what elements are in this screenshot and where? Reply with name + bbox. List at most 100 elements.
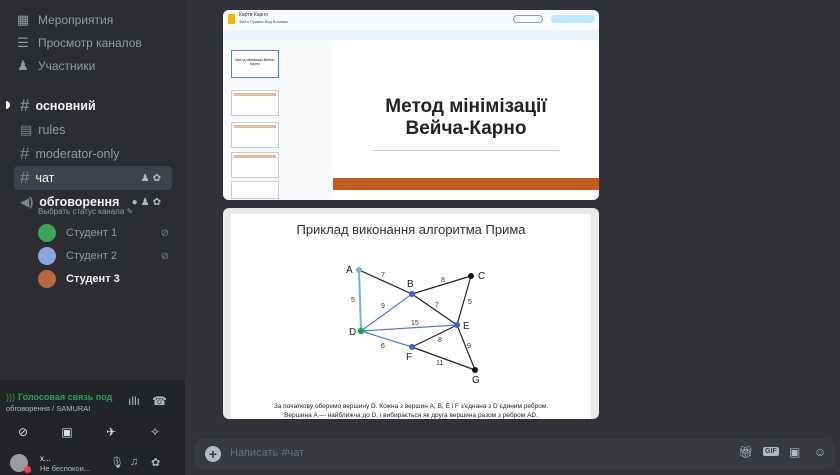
- hash-icon: #: [20, 96, 30, 115]
- share-button: [551, 15, 595, 23]
- noise-suppression-icon[interactable]: ıllı: [128, 394, 140, 408]
- gift-icon[interactable]: 🎁︎: [738, 445, 753, 459]
- sidebar-item-label: Просмотр каналов: [38, 36, 142, 50]
- vertex-g: [472, 367, 478, 373]
- members-icon: ♟: [17, 58, 29, 73]
- member-name: Студент 1: [66, 227, 118, 239]
- voice-status-title[interactable]: Голосовая связь под: [18, 392, 112, 402]
- user-status: Не беспокои...: [40, 464, 91, 473]
- voice-channel-tools-icons[interactable]: ●♟✿: [132, 197, 164, 208]
- channel-osnovnyi[interactable]: # основний: [14, 94, 172, 118]
- avatar: [38, 270, 56, 288]
- emoji-icon[interactable]: ☺: [814, 445, 826, 459]
- screen-share-button[interactable]: ▣: [52, 422, 82, 442]
- chat-area: Карти Карно Файл Правка Вид Вставка Мето…: [185, 0, 840, 475]
- edge-weight: 7: [435, 302, 439, 309]
- stream-off-icon: ⊘: [160, 227, 169, 239]
- sticker-icon[interactable]: ▣: [789, 445, 800, 459]
- edge-weight: 8: [438, 337, 442, 344]
- locked-hash-icon: #: [20, 144, 30, 163]
- slide-canvas: Приклад виконання алгоритма Прима A B C …: [231, 214, 591, 419]
- caption-line: За початкову оберемо вершину D. Кожна з …: [273, 403, 549, 410]
- slide-title-line1: Метод мінімізації: [385, 96, 547, 117]
- edge-weight: 5: [351, 297, 355, 304]
- sidebar-item-label: Участники: [38, 59, 96, 73]
- member-name: Студент 2: [66, 250, 118, 262]
- slides-menu: Файл Правка Вид Вставка: [239, 19, 288, 24]
- vertex-b: [409, 291, 415, 297]
- slideshow-button: [513, 15, 543, 23]
- headphones-icon[interactable]: ♫: [130, 456, 138, 468]
- vertex-label: A: [346, 265, 353, 276]
- activity-button[interactable]: ✈: [96, 422, 126, 442]
- caption-line: Вершина A — найближча до D, і вибираєтьс…: [284, 412, 538, 419]
- speaker-icon: ◀): [20, 195, 34, 209]
- vertex-label: F: [406, 352, 412, 363]
- slides-titlebar: Карти Карно Файл Правка Вид Вставка: [223, 10, 599, 30]
- attach-plus-icon[interactable]: +: [205, 446, 221, 462]
- edge-weight: 8: [441, 277, 445, 284]
- slide-footer-bar: [333, 178, 599, 190]
- channel-name: основний: [35, 99, 96, 113]
- channel-chat[interactable]: # чат ♟✿: [14, 166, 172, 190]
- gif-icon[interactable]: GIF: [763, 447, 779, 456]
- vertex-label: B: [407, 279, 414, 290]
- message-input[interactable]: Написать #чат: [230, 447, 304, 459]
- slide-title-line2: Вейча-Карно: [405, 118, 527, 139]
- sidebar-item-browse-channels[interactable]: ☰ Просмотр каналов: [14, 32, 142, 54]
- unread-indicator: [6, 101, 10, 109]
- member-name: Студент 3: [66, 273, 120, 285]
- microphone-icon[interactable]: 🎙︎: [110, 456, 124, 469]
- slides-doc-title: Карти Карно: [239, 12, 268, 18]
- signal-icon: ))): [6, 392, 15, 402]
- sidebar-item-members[interactable]: ♟ Участники: [14, 55, 95, 77]
- slide-title: Приклад виконання алгоритма Прима: [296, 222, 526, 237]
- settings-gear-icon[interactable]: ✿: [151, 456, 160, 469]
- vertex-f: [409, 344, 415, 350]
- vertex-label: E: [463, 321, 470, 332]
- prim-graph: A B C D E F G 7 8 5 9 7 5 15 8 9 6 11: [346, 265, 485, 386]
- hash-icon: #: [20, 168, 30, 187]
- vertex-e: [454, 322, 460, 328]
- channels-browse-icon: ☰: [17, 35, 29, 50]
- prim-slide-attachment[interactable]: Приклад виконання алгоритма Прима A B C …: [223, 208, 599, 419]
- discord-window: ▦ Мероприятия ☰ Просмотр каналов ♟ Участ…: [0, 0, 840, 475]
- invite-settings-icons[interactable]: ♟✿: [141, 173, 164, 184]
- voice-connection-panel: ))) Голосовая связь под обговорення / SA…: [0, 380, 185, 452]
- channel-status-hint[interactable]: Выбрать статус канала ✎: [38, 207, 133, 216]
- channel-name: rules: [38, 123, 66, 137]
- vertex-c: [468, 273, 474, 279]
- soundboard-button[interactable]: ✧: [140, 422, 170, 442]
- slide-divider: [373, 150, 559, 151]
- edge-weight: 7: [381, 272, 385, 279]
- camera-off-button[interactable]: ⊘: [8, 422, 38, 442]
- user-panel: x... Не беспокои... 🎙︎ ♫ ✿: [0, 452, 185, 475]
- dnd-status-icon: [24, 466, 31, 473]
- edge-weight: 9: [381, 303, 385, 310]
- edge-weight: 9: [467, 343, 471, 350]
- message-composer: + Написать #чат 🎁︎ GIF ▣ ☺: [195, 439, 835, 469]
- voice-member[interactable]: Студент 3: [38, 268, 173, 290]
- slide-caption: За початкову оберемо вершину D. Кожна з …: [231, 402, 591, 419]
- disconnect-icon[interactable]: ☎: [152, 394, 167, 408]
- sidebar-item-label: Мероприятия: [38, 13, 114, 27]
- voice-member[interactable]: Студент 2 ⊘: [38, 245, 173, 267]
- calendar-icon: ▦: [16, 12, 30, 27]
- edge-weight: 5: [468, 299, 472, 306]
- voice-status-subtitle[interactable]: обговорення / SAMURAI: [6, 404, 90, 413]
- stream-off-icon: ⊘: [160, 250, 169, 262]
- slide-title: Метод мінімізації Вейча-Карно: [333, 96, 599, 140]
- avatar: [38, 247, 56, 265]
- slides-screenshot-attachment[interactable]: Карти Карно Файл Правка Вид Вставка Мето…: [223, 10, 599, 200]
- vertex-label: D: [349, 327, 356, 338]
- slide-thumbnail: [231, 122, 279, 148]
- vertex-d: [357, 327, 365, 335]
- voice-member[interactable]: Студент 1 ⊘: [38, 222, 173, 244]
- slide-thumbnail: [231, 90, 279, 116]
- channel-rules[interactable]: ▤ rules: [14, 118, 172, 142]
- channel-moderator-only[interactable]: # moderator-only: [14, 142, 172, 166]
- edge-weight: 6: [381, 343, 385, 350]
- slides-toolbar: [223, 30, 599, 40]
- sidebar-item-events[interactable]: ▦ Мероприятия: [14, 9, 113, 31]
- thumb-title: Метод мінімізації Вейча-Карно: [235, 58, 275, 66]
